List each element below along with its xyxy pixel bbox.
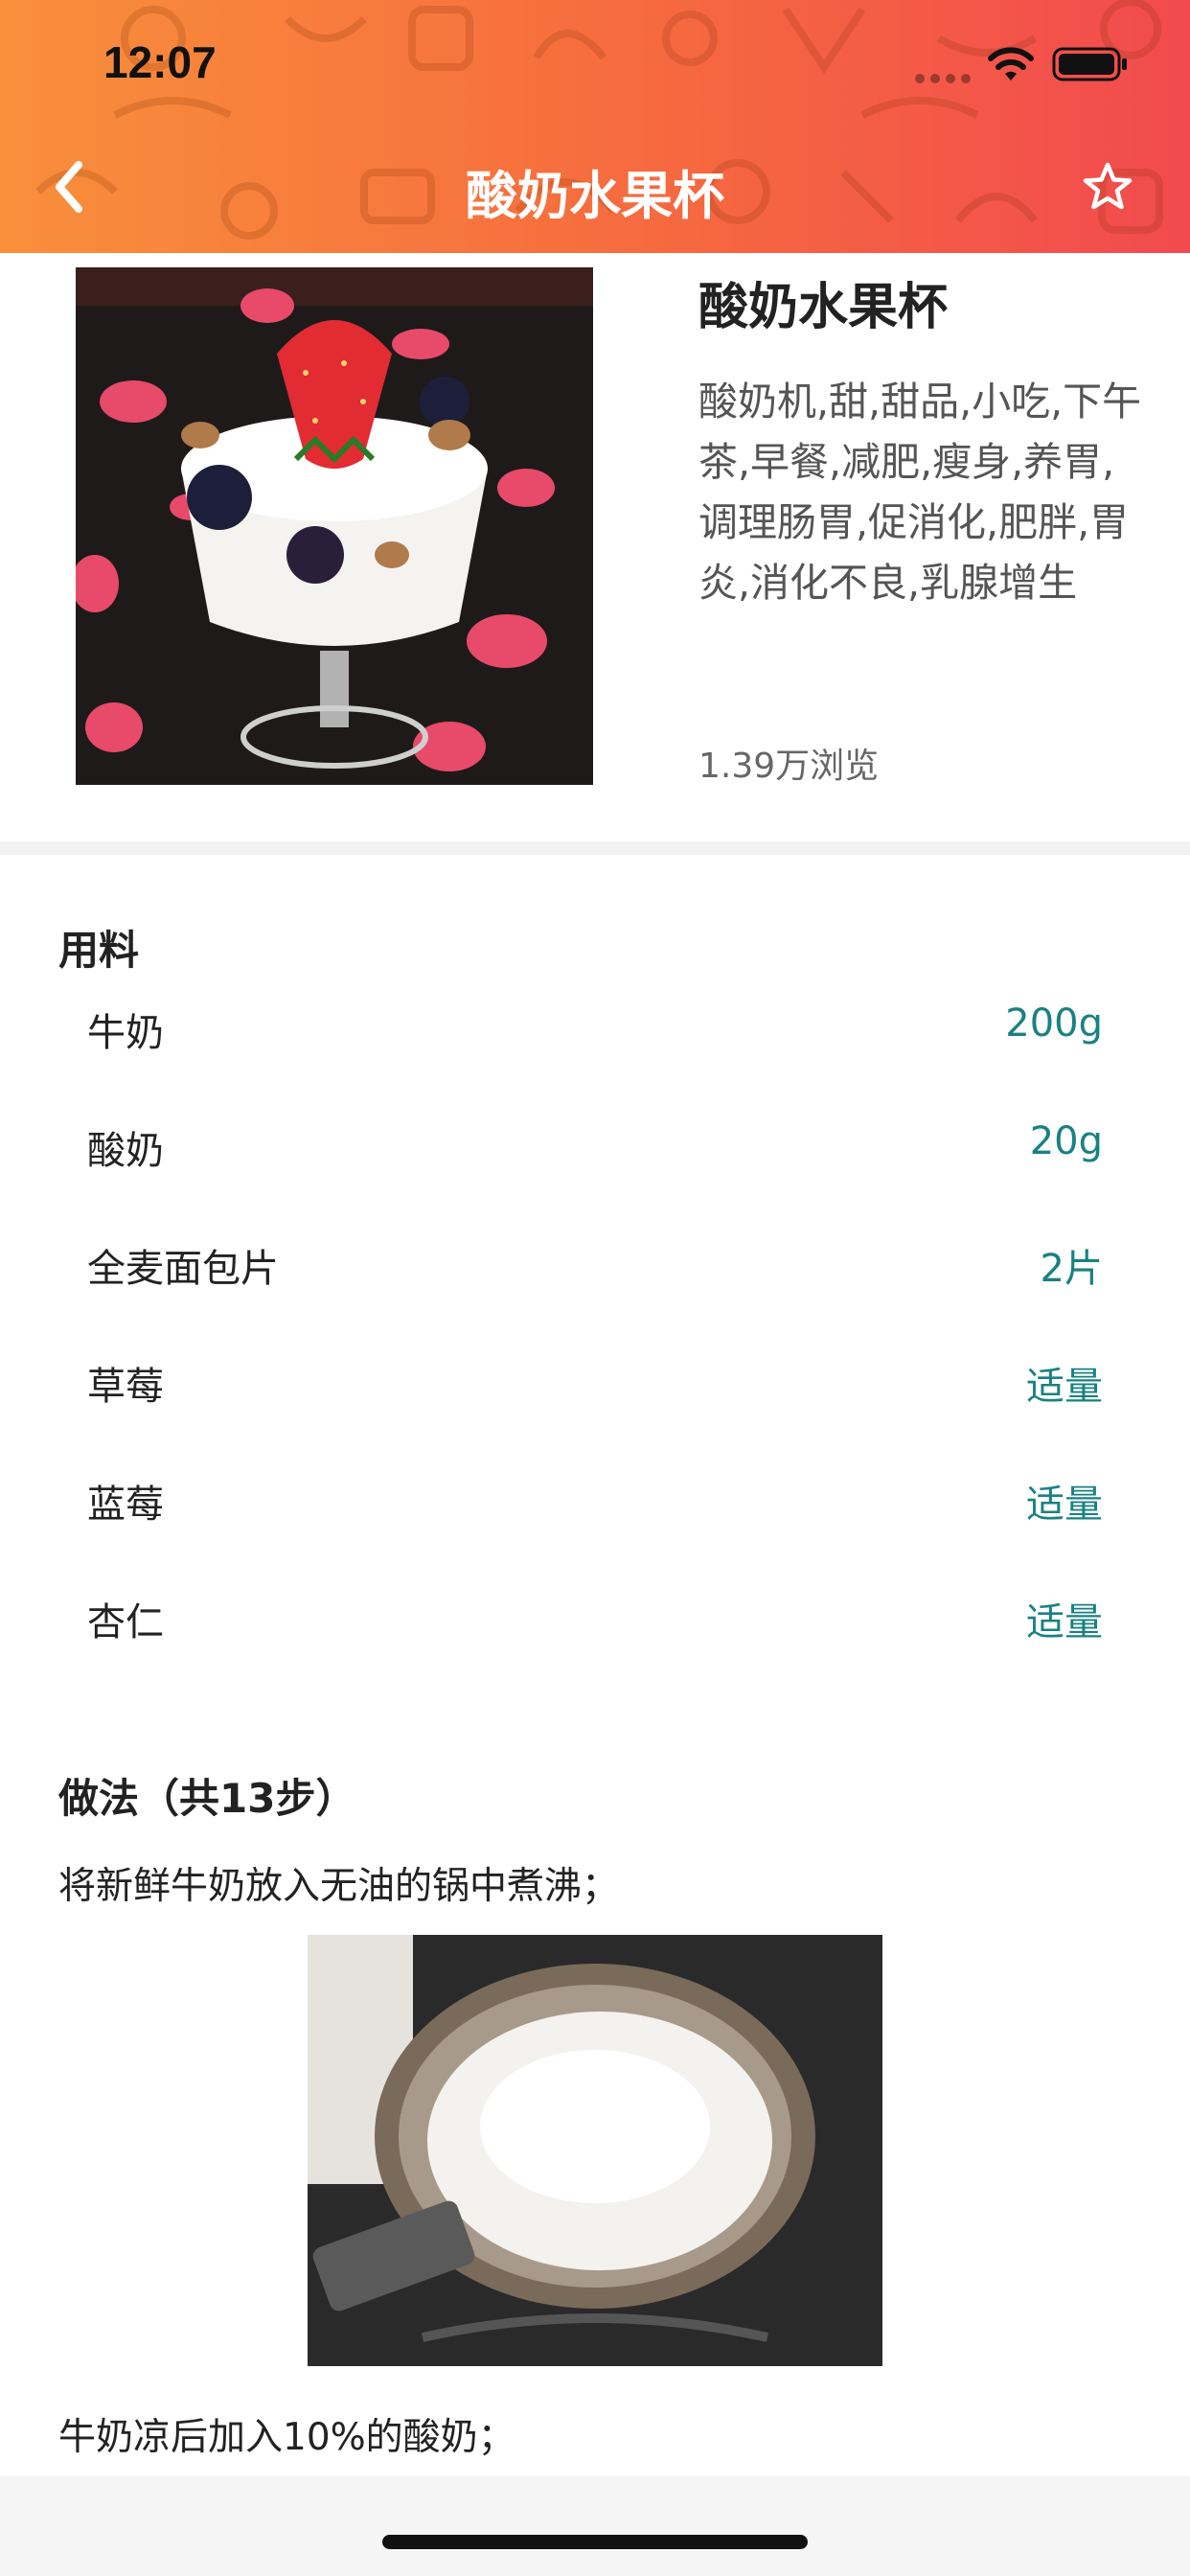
step-photo [308,1935,882,2366]
recipe-name: 酸奶水果杯 [698,279,949,336]
ingredient-name: 蓝莓 [87,1483,164,1527]
ingredient-name: 酸奶 [87,1129,164,1173]
header-bar: 12:07 酸奶水果杯 [0,0,1190,253]
home-indicator[interactable] [382,2535,808,2549]
ingredient-amount: 20g [1029,1119,1103,1163]
recipe-photo [76,267,593,785]
bottom-safe-area [0,2476,1190,2576]
favorite-star-icon[interactable] [1079,159,1136,217]
ingredient-row: 酸奶 20g [0,1119,1190,1196]
signal-dots-icon [915,69,976,87]
ingredient-name: 草莓 [87,1365,164,1409]
ingredient-row: 牛奶 200g [0,1001,1190,1078]
section-divider [0,841,1190,855]
ingredient-name: 全麦面包片 [87,1247,279,1291]
recipe-tags: 酸奶机,甜,甜品,小吃,下午茶,早餐,减肥,瘦身,养胃,调理肠胃,促消化,肥胖,… [698,379,1142,606]
ingredient-row: 杏仁 适量 [0,1591,1190,1668]
battery-icon [1052,47,1127,81]
ingredient-amount: 适量 [1026,1600,1103,1644]
steps-title: 做法（共13步） [58,1775,356,1822]
recipe-detail-page: 12:07 酸奶水果杯 酸奶水果杯 酸奶机,甜,甜品,小吃,下午茶,早餐,减肥,… [0,0,1190,2576]
ingredients-title: 用料 [58,927,140,974]
page-title: 酸奶水果杯 [466,166,724,226]
ingredient-amount: 2片 [1040,1247,1103,1291]
ingredient-name: 牛奶 [87,1011,164,1055]
ingredient-amount: 200g [1005,1001,1103,1046]
step-text: 牛奶凉后加入10%的酸奶； [58,2416,515,2459]
ingredient-row: 全麦面包片 2片 [0,1237,1190,1314]
step-text: 将新鲜牛奶放入无油的锅中煮沸； [58,1865,620,1908]
ingredient-amount: 适量 [1026,1483,1103,1527]
status-time: 12:07 [103,37,217,87]
ingredient-name: 杏仁 [87,1600,164,1644]
ingredient-amount: 适量 [1026,1365,1103,1409]
view-count: 1.39万浏览 [698,747,880,786]
ingredient-row: 草莓 适量 [0,1355,1190,1432]
ingredient-row: 蓝莓 适量 [0,1473,1190,1550]
wifi-icon [988,47,1034,80]
